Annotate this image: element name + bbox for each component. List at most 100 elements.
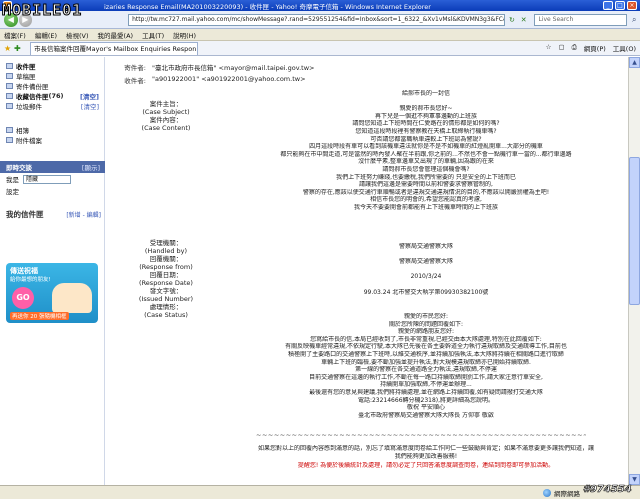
content-line: 相信市長您的明會的,希望您能認真的考慮,	[370, 196, 482, 204]
content-line: 親愛的網路朋友您好:	[397, 328, 455, 336]
status-bar: 網際網路	[0, 485, 640, 499]
im-status-row: 我是 隱藏	[0, 173, 105, 185]
album-icon	[6, 127, 13, 133]
promo-people-image	[52, 283, 92, 313]
close-icon[interactable]: ×	[627, 1, 637, 10]
content-line: 請問郝市長您會管理這個機會嗎?	[382, 166, 470, 173]
folder-drafts[interactable]: 草稿匣	[0, 71, 105, 81]
content-line: 有關反映機車經常違規,不依規定行駛,本大隊已先後在各主要幹道全力執行違規取締及交…	[285, 343, 567, 351]
content-line: 再下兒是一個逛不夠軍事邊動的上班族	[374, 112, 477, 120]
case-subject-meta: 案件主旨： (Case Subject) 案件內容： (Case Content…	[141, 100, 191, 132]
content-line: 車輛上下班的臨檢,要不斷加強並提升執法,對大規模違規取締亦已開始持續取締.	[321, 358, 531, 366]
message-view: 寄件者: "臺北市政府市長信箱" <mayor@mail.taipei.gov.…	[106, 57, 628, 485]
favorites-star-icon[interactable]: ★	[4, 44, 14, 53]
menu-tools[interactable]: 工具(T)	[142, 30, 164, 40]
content-line: 關於您所陳的問題回覆如下:	[388, 320, 464, 328]
im-show-link[interactable]: [顯示]	[82, 162, 100, 172]
menu-help[interactable]: 說明(H)	[173, 30, 196, 40]
content-line: 請讓我們這邊是需要時間以前和警要求警察管制的,	[359, 181, 493, 189]
survey-reminder[interactable]: 提醒您! 為便於後續統計及處理，請勿必定了只回答滿意度調查問卷，連結到問卷即可參…	[226, 462, 626, 470]
content-line: 請問您知道上下班時間在仁愛路在的情形都是如何的嗎?	[352, 120, 500, 128]
content-line: 最後還有您的意見與建議,我們將持續處理,並在網路上持續回覆,如有疑問請撥打交通大…	[309, 389, 543, 396]
promo-go-badge: GO	[12, 287, 34, 309]
window-title: izaries Response Email(MA201003220093) -…	[104, 2, 431, 11]
content-line: 持續開單加強取締,不停運並辦理...	[380, 381, 472, 389]
content-line: 第一線的警察在各交通道路全力執法,違規取締,不停運	[355, 366, 497, 374]
scroll-thumb[interactable]	[629, 157, 640, 305]
folder-list: 收件匣 草稿匣 寄件備份匣 收藏信件匣 (76) [清空] 垃圾郵件 [清空]	[0, 61, 105, 111]
window-controls: _ □ ×	[603, 1, 637, 10]
content-line: 四月這段時段有車可以看到該機車違法就你是不是不如機車的紅燈亂開車...大部分的機…	[309, 143, 543, 151]
minimize-icon[interactable]: _	[603, 1, 613, 10]
content-line: 臺北市政府警察局交通警察大隊大隊長 方仰寧 敬啟	[358, 411, 494, 419]
content-line: 都只能夠在市中間走道,可是當然的時內發人聚在半前跟,你之前的...不然也不會一點…	[280, 150, 572, 158]
mail-sidebar: 收件匣 草稿匣 寄件備份匣 收藏信件匣 (76) [清空] 垃圾郵件 [清空] 相簿 …	[0, 57, 105, 485]
folder-attachments[interactable]: 附件檔案	[0, 135, 105, 145]
content-line: 親愛的市民您好:	[403, 313, 449, 320]
refresh-icon[interactable]: ↻	[507, 14, 517, 26]
im-header: 即時交談 [顯示]	[0, 161, 105, 173]
from-row: 寄件者: "臺北市政府市長信箱" <mayor@mail.taipei.gov.…	[124, 62, 315, 72]
extra-folders: 相簿 附件檔案	[0, 125, 105, 145]
content-line: 2010/3/24	[410, 273, 442, 281]
to-row: 收件者: "a901922001" <a901922001@yahoo.com.…	[124, 75, 306, 85]
promo-banner[interactable]: 傳送祝福 給你最想的朋友! GO 再送你 20 張隨機相框	[6, 263, 98, 323]
internet-zone-icon	[543, 488, 551, 497]
survey-note: 如果您對以上的回覆內容感到滿意的話，別忘了填寫滿意度問卷給工作同仁一些鼓勵與肯定…	[257, 445, 594, 452]
feeds-icon[interactable]: ▢	[558, 43, 564, 53]
saved-count: (76)	[48, 92, 64, 100]
folder-inbox[interactable]: 收件匣	[0, 61, 105, 71]
scroll-up-icon[interactable]: ▲	[629, 57, 640, 68]
stop-icon[interactable]: ✕	[519, 14, 529, 26]
case-status-meta: 受理機關： (Handled by) 回覆機關： (Response from)…	[138, 239, 194, 319]
search-input[interactable]: Live Search	[534, 13, 628, 26]
menu-view[interactable]: 檢視(V)	[66, 30, 89, 40]
maximize-icon[interactable]: □	[615, 1, 625, 10]
add-favorite-icon[interactable]: ✚	[14, 44, 24, 53]
empty-spam-link[interactable]: [清空]	[81, 101, 99, 111]
spam-icon	[6, 103, 13, 109]
content-line: 99.03.24 北市警交大執字第09930382100號	[363, 288, 489, 296]
content-line: 積極開了主要路口的交通警察上下班時,以維交通秩序,並持續加強執法,本大隊將持續在…	[288, 351, 564, 358]
content-line: 電話:23214666轉分機2318),將更詳細為您說明。	[357, 396, 495, 404]
content-line: 我們上下班努力賺錢,也要繳稅,我們所需要的 只是安全的上下班而已	[336, 173, 516, 181]
folder-saved[interactable]: 收藏信件匣 (76) [清空]	[0, 91, 105, 101]
im-settings-link[interactable]: 設定	[6, 186, 19, 196]
content-line: 可否請您都當職執車違較上下班認為警說?	[370, 135, 482, 143]
watermark-id: #974554	[583, 484, 632, 496]
content-line: 警察的存在,應該以使交通行車順暢或者是違規交通違規情況的目的,不應該以開嚴罰權為…	[302, 188, 550, 196]
im-settings-row: 設定	[0, 185, 105, 197]
folder-sent[interactable]: 寄件備份匣	[0, 81, 105, 91]
content-line: 您知道這段時段裡有警察教在天橋上取締執行機車嗎?	[355, 128, 497, 135]
empty-saved-link[interactable]: [清空]	[80, 91, 99, 101]
inbox-icon	[6, 63, 13, 69]
folder-spam[interactable]: 垃圾郵件 [清空]	[0, 101, 105, 111]
security-zone: 網際網路	[543, 488, 580, 498]
content-line: 目前交通警察在這邊的執行工作,不斷在每一路口持續取締開罰工作,請大家注意行車安全…	[309, 373, 543, 381]
survey-note-2: 我們能夠更加改善服務!	[394, 453, 458, 460]
add-edit-folders-link[interactable]: [新增 - 編輯]	[66, 210, 101, 219]
address-bar: ◀ ▶ http://tw.mc727.mail.yahoo.com/mc/sh…	[0, 11, 640, 29]
browser-tab[interactable]: 市長信箱案件回覆Mayor's Mailbox Enquiries Respon…	[30, 41, 198, 55]
search-icon[interactable]: ⌕	[628, 14, 640, 26]
sent-icon	[6, 83, 13, 89]
menu-file[interactable]: 檔案(F)	[4, 30, 26, 40]
page-menu[interactable]: 網頁(P)	[584, 43, 606, 53]
content-line: 我今天不要要開會前都能有上下班機車時間的上下班族	[353, 204, 498, 211]
url-input[interactable]: http://tw.mc727.mail.yahoo.com/mc/showMe…	[128, 13, 506, 26]
home-icon[interactable]: ☆	[546, 43, 552, 53]
tools-menu[interactable]: 工具(O)	[613, 43, 636, 53]
command-bar: ☆ ▢ ⎙ 網頁(P) 工具(O)	[546, 43, 636, 53]
vertical-scrollbar[interactable]: ▲ ▼	[628, 57, 640, 485]
drafts-icon	[6, 73, 13, 79]
menu-favorites[interactable]: 我的最愛(A)	[98, 30, 134, 40]
im-status-select[interactable]: 隱藏	[23, 174, 71, 184]
folder-albums[interactable]: 相簿	[0, 125, 105, 135]
from-value[interactable]: "臺北市政府市長信箱" <mayor@mail.taipei.gov.tw>	[152, 62, 314, 72]
attachment-icon	[6, 137, 13, 143]
content-line: 沒什麼平素,整車邊車又出現了的車輛,因為跟的在來	[358, 158, 494, 166]
content-line: 您寫給市長的信,本局已經收到了,市長非常重視,已經交由本大隊處理,特別在此回覆如…	[310, 335, 542, 343]
menu-edit[interactable]: 編輯(E)	[35, 30, 57, 40]
print-icon[interactable]: ⎙	[572, 43, 577, 53]
mobile01-logo: MOBILE01	[1, 1, 83, 20]
